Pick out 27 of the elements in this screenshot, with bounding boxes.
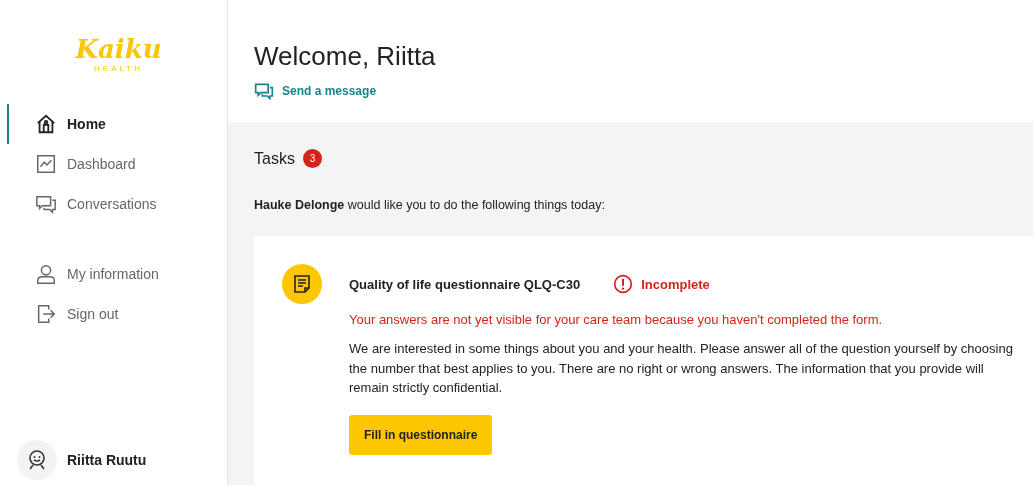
- avatar-icon: [17, 440, 57, 480]
- nav-item[interactable]: Sign out: [7, 294, 227, 334]
- logo-tagline: HEALTH: [94, 64, 143, 74]
- section-title: Tasks: [254, 149, 295, 168]
- count-badge: 3: [302, 149, 322, 168]
- warning-text: Your answers are not yet visible for your care team because you haven't completed the form.: [349, 312, 883, 327]
- task-title: Quality of life questionnaire QLQ-C30: [349, 276, 581, 292]
- sign-out-icon: [35, 303, 57, 325]
- house-icon: [35, 113, 57, 135]
- document-icon: [282, 264, 322, 304]
- warning-icon: [613, 274, 634, 294]
- nav-item[interactable]: Conversations: [7, 184, 227, 224]
- description-text: We are interested in some things about you and your health. Please answer all of the question yourself by choosing the number that best applies to you. There are no right or wrong answers. The information that you provide will remain strictly confidential.: [349, 340, 1014, 397]
- user-name[interactable]: Riitta Ruutu: [67, 452, 147, 468]
- send-message-link[interactable]: Send a message: [254, 81, 377, 101]
- status-text: Incomplete: [641, 276, 710, 292]
- nav-item[interactable]: Dashboard: [7, 144, 227, 184]
- person-icon: [35, 263, 57, 285]
- nav-item[interactable]: My information: [7, 254, 227, 294]
- intro-text: Hauke Delonge would like you to do the following things today:: [254, 198, 606, 212]
- page-title: Welcome, Riitta: [254, 40, 437, 72]
- chart-icon: [35, 153, 57, 175]
- chat-bubbles-icon: [35, 193, 57, 215]
- nav-item[interactable]: Home: [7, 104, 227, 144]
- chat-bubbles-icon: [254, 81, 274, 101]
- fill-in-button[interactable]: Fill in questionnaire: [349, 414, 493, 455]
- logo: Kaiku: [75, 34, 162, 64]
